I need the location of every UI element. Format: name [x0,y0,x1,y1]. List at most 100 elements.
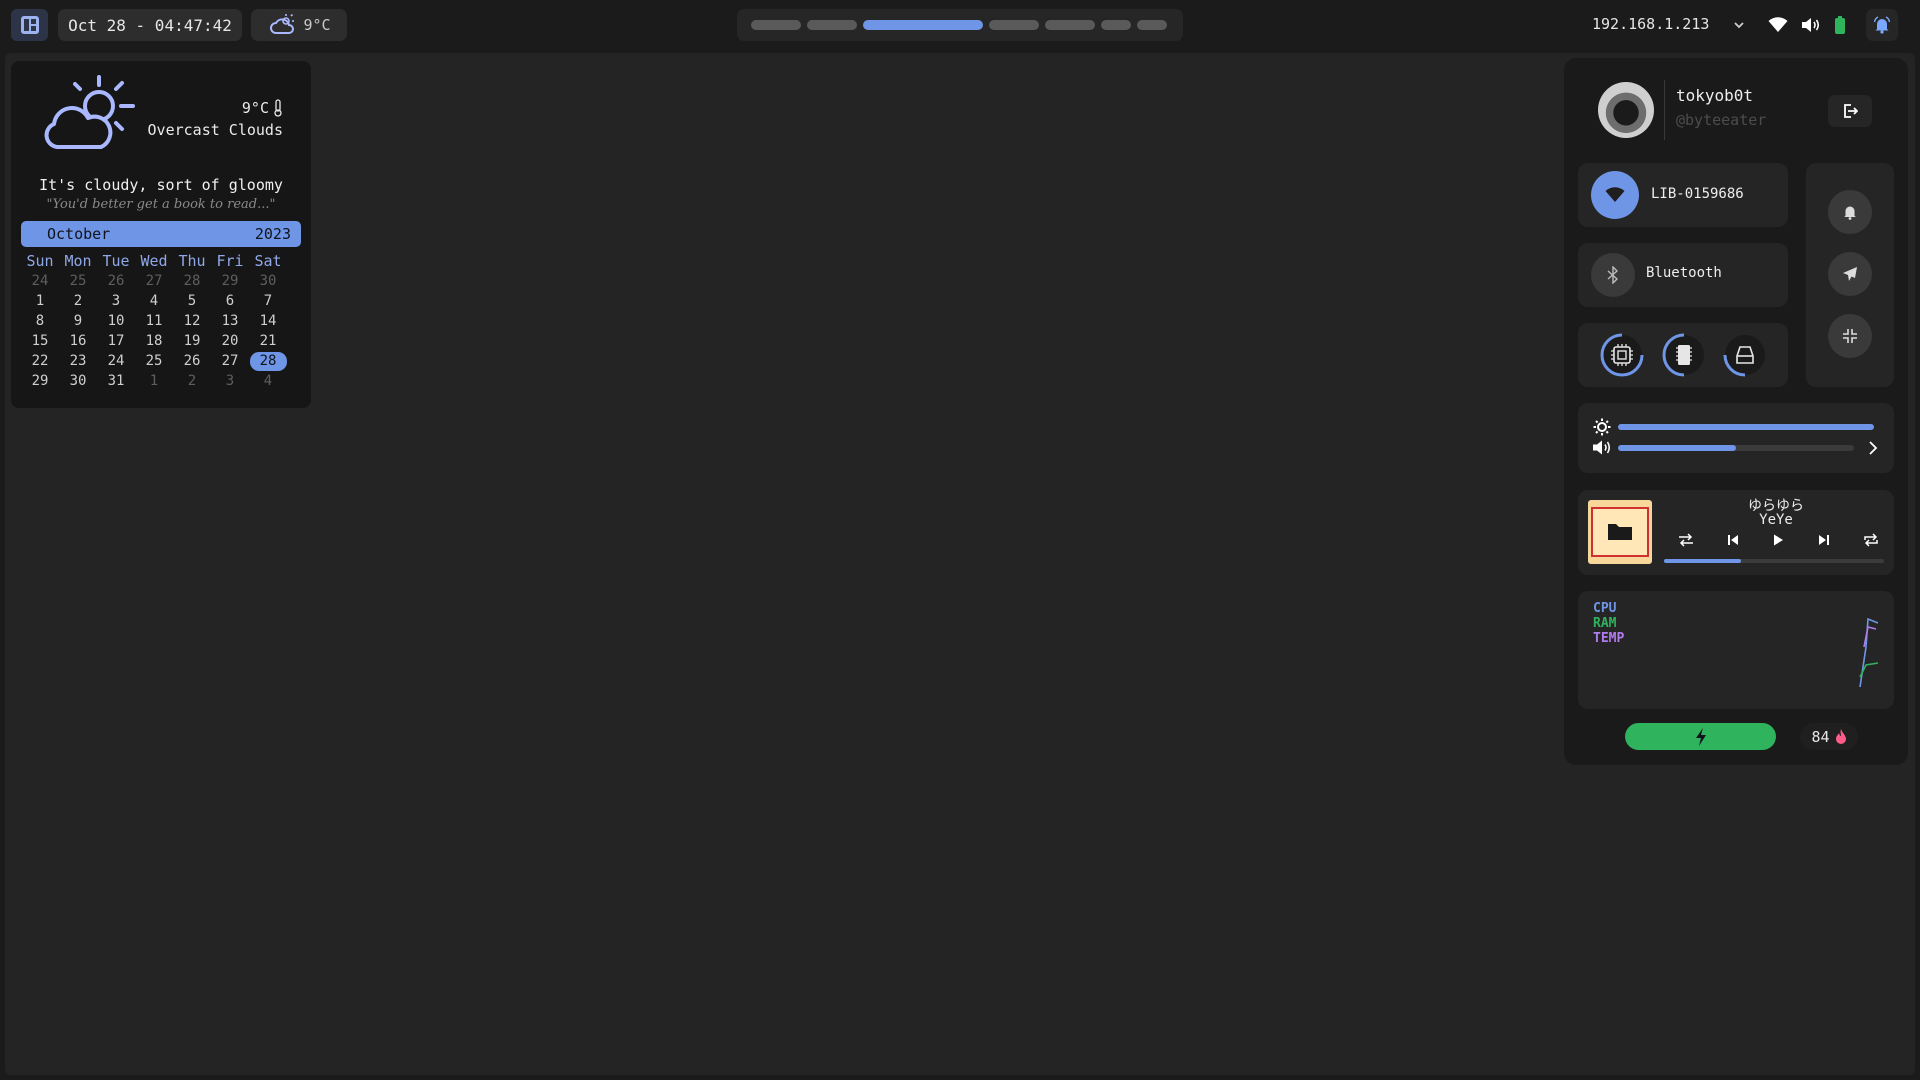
calendar-day[interactable]: 22 [21,351,59,371]
calendar-day[interactable]: 30 [249,271,287,291]
calendar-day[interactable]: 26 [173,351,211,371]
bell-icon [1873,16,1891,34]
calendar-day[interactable]: 13 [211,311,249,331]
calendar-day[interactable]: 12 [173,311,211,331]
calendar-day[interactable]: 29 [21,371,59,391]
battery-tray-indicator[interactable] [1830,9,1850,41]
notifications-button[interactable] [1866,9,1898,41]
volume-tray-button[interactable] [1797,9,1825,41]
calendar-day[interactable]: 21 [249,331,287,351]
wifi-tray-button[interactable] [1764,9,1792,41]
airplane-mode-button[interactable] [1828,252,1872,296]
calendar-day[interactable]: 25 [135,351,173,371]
calendar-day[interactable]: 15 [21,331,59,351]
calendar-day[interactable]: 23 [59,351,97,371]
collapse-icon [1843,329,1857,343]
calendar-day[interactable]: 29 [211,271,249,291]
volume-slider[interactable] [1618,445,1854,451]
calendar-day[interactable]: 14 [249,311,287,331]
calendar-day[interactable]: 17 [97,331,135,351]
weather-quote: "You'd better get a book to read..." [46,197,276,212]
workspace-1[interactable] [751,20,801,30]
calendar-year: 2023 [254,225,291,243]
previous-track-button[interactable] [1726,532,1746,550]
calendar-day[interactable]: 2 [59,291,97,311]
minimize-button[interactable] [1828,314,1872,358]
weather-temperature: 9°C [242,99,283,117]
repeat-button[interactable] [1863,532,1883,550]
next-track-button[interactable] [1817,532,1837,550]
avatar [1598,82,1654,138]
top-bar: Oct 28 - 04:47:42 9°C 192.168.1.213 [0,0,1920,50]
calendar-day[interactable]: 26 [97,271,135,291]
calendar-day[interactable]: 27 [135,271,173,291]
workspace-6[interactable] [1101,20,1131,30]
battery-indicator[interactable] [1625,723,1776,750]
audio-settings-button[interactable] [1864,439,1882,457]
calendar-day[interactable]: 1 [135,371,173,391]
calendar-day[interactable]: 30 [59,371,97,391]
do-not-disturb-button[interactable] [1828,190,1872,234]
calendar-day[interactable]: 1 [21,291,59,311]
calendar-weeks: 24 25 26 27 28 29 30 1 2 3 4 5 6 7 8 9 10 11 12 13 14 15 16 17 1… [21,271,301,391]
calendar-day[interactable]: 3 [97,291,135,311]
calendar-day[interactable]: 27 [211,351,249,371]
calendar-day[interactable]: 5 [173,291,211,311]
wifi-tile[interactable]: LIB-0159686 [1578,163,1788,227]
cloud-sun-icon [44,75,135,149]
calendar-day[interactable]: 31 [97,371,135,391]
calendar-day[interactable]: 6 [211,291,249,311]
bluetooth-icon [1607,266,1619,284]
play-button[interactable] [1771,532,1791,550]
divider [1664,80,1665,140]
control-center: tokyob0t @byteeater LIB-0159686 Bluetoot… [1564,58,1908,765]
workspace-3[interactable] [863,20,983,30]
workspace-2[interactable] [807,20,857,30]
track-artist: YeYe [1759,512,1793,528]
ram-gauge [1662,333,1704,377]
calendar-day[interactable]: 25 [59,271,97,291]
wifi-toggle[interactable] [1591,171,1639,219]
weather-indicator[interactable]: 9°C [251,9,347,41]
calendar-day[interactable]: 24 [97,351,135,371]
calendar-day[interactable]: 19 [173,331,211,351]
logout-button[interactable] [1828,95,1872,127]
calendar-header[interactable]: October 2023 [21,221,301,247]
calendar-day[interactable]: 24 [21,271,59,291]
calendar-day[interactable]: 2 [173,371,211,391]
resource-monitor: CPU RAM TEMP [1578,591,1894,709]
calendar-day[interactable]: 18 [135,331,173,351]
workspace-4[interactable] [989,20,1039,30]
clock[interactable]: Oct 28 - 04:47:42 [58,9,242,41]
launcher-icon [20,16,39,34]
bluetooth-toggle[interactable] [1591,253,1635,297]
calendar-day[interactable]: 4 [135,291,173,311]
workspace-7[interactable] [1137,20,1167,30]
ip-address: 192.168.1.213 [1592,15,1710,33]
calendar-day[interactable]: 8 [21,311,59,331]
cloud-sun-icon [270,14,295,34]
calendar-day[interactable]: 16 [59,331,97,351]
workspace-5[interactable] [1045,20,1095,30]
brightness-slider[interactable] [1618,424,1874,430]
app-launcher-button[interactable] [11,9,48,41]
calendar-day[interactable]: 11 [135,311,173,331]
track-progress-bar[interactable] [1664,559,1884,563]
calendar-day[interactable]: 28 [173,271,211,291]
calendar-day[interactable]: 28 [249,351,287,371]
calendar-week-row: 15 16 17 18 19 20 21 [21,331,301,351]
volume-icon [1802,18,1820,32]
shuffle-button[interactable] [1678,532,1698,550]
calendar-day[interactable]: 3 [211,371,249,391]
calendar-grid: Sun Mon Tue Wed Thu Fri Sat 24 25 26 27 28 29… [21,251,301,391]
calendar-day[interactable]: 10 [97,311,135,331]
calendar-day[interactable]: 7 [249,291,287,311]
wifi-network-name: LIB-0159686 [1651,186,1744,202]
calendar-day[interactable]: 4 [249,371,287,391]
weather-message: It's cloudy, sort of gloomy [39,176,283,194]
calendar-day[interactable]: 9 [59,311,97,331]
tray-expand-button[interactable] [1725,9,1753,41]
calendar-day[interactable]: 20 [211,331,249,351]
chevron-down-icon [1734,22,1744,29]
bluetooth-tile[interactable]: Bluetooth [1578,243,1788,307]
